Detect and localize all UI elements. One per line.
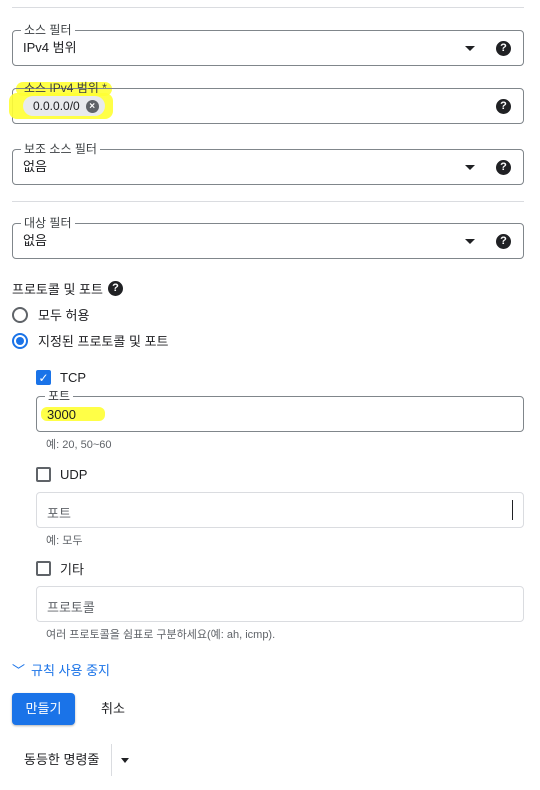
checkbox[interactable] [36, 561, 51, 576]
tcp-label: TCP [60, 370, 86, 385]
create-button[interactable]: 만들기 [12, 693, 75, 725]
udp-port-field[interactable]: 포트 [36, 492, 524, 528]
equivalent-command-line-button[interactable]: 동등한 명령줄 [12, 744, 136, 776]
other-protocol-placeholder: 프로토콜 [47, 600, 95, 615]
tcp-port-value[interactable]: 3000 [47, 407, 76, 423]
help-icon[interactable]: ? [107, 281, 123, 296]
udp-port-placeholder: 포트 [47, 506, 71, 521]
dropdown-caret-icon[interactable] [112, 744, 136, 776]
tcp-port-hint: 예: 20, 50~60 [46, 439, 112, 451]
other-protocol-field[interactable]: 프로토콜 [36, 586, 524, 622]
dropdown-caret-icon[interactable] [465, 165, 475, 170]
source-filter-label: 소스 필터 [21, 23, 75, 37]
equivalent-command-line-label[interactable]: 동등한 명령줄 [12, 744, 111, 776]
udp-port-hint: 예: 모두 [46, 535, 83, 547]
secondary-source-filter-select[interactable]: 보조 소스 필터 없음 ? [12, 142, 524, 185]
text-cursor [512, 500, 513, 520]
other-checkbox-row[interactable]: 기타 [36, 559, 84, 578]
radio-specified-label: 지정된 프로토콜 및 포트 [38, 334, 169, 349]
section-divider [12, 201, 524, 202]
chevron-down-icon: ﹀ [12, 663, 26, 678]
secondary-source-filter-label: 보조 소스 필터 [21, 142, 100, 156]
help-icon[interactable]: ? [496, 234, 511, 249]
source-ipv4-range-field[interactable]: 소스 IPv4 범위 * 0.0.0.0/0 × ? [9, 81, 524, 124]
chip-remove-icon[interactable]: × [85, 99, 99, 113]
cancel-button[interactable]: 취소 [97, 693, 129, 725]
source-filter-select[interactable]: 소스 필터 IPv4 범위 ? [12, 23, 524, 66]
radio-button[interactable] [12, 306, 28, 323]
help-icon[interactable]: ? [496, 41, 511, 56]
check-icon[interactable]: ✓ [36, 370, 51, 385]
radio-allow-all[interactable]: 모두 허용 [12, 305, 89, 324]
tcp-checkbox-row[interactable]: ✓ TCP [36, 370, 86, 385]
udp-checkbox-row[interactable]: UDP [36, 467, 87, 482]
secondary-source-filter-value: 없음 [23, 159, 47, 174]
radio-allow-all-label: 모두 허용 [38, 308, 90, 323]
target-filter-value: 없음 [23, 233, 47, 248]
top-divider [12, 7, 524, 8]
radio-button-selected[interactable] [12, 332, 28, 349]
checkbox[interactable] [36, 467, 51, 482]
radio-specified-protocols[interactable]: 지정된 프로토콜 및 포트 [12, 331, 168, 350]
tcp-port-label: 포트 [45, 389, 74, 403]
target-filter-select[interactable]: 대상 필터 없음 ? [12, 216, 524, 259]
dropdown-caret-icon[interactable] [465, 239, 475, 244]
ip-range-chip[interactable]: 0.0.0.0/0 × [23, 96, 105, 116]
udp-label: UDP [60, 467, 88, 482]
ip-range-chip-text: 0.0.0.0/0 [33, 99, 80, 113]
other-label: 기타 [60, 562, 84, 577]
target-filter-label: 대상 필터 [21, 216, 75, 230]
other-protocol-hint: 여러 프로토콜을 쉼표로 구분하세요(예: ah, icmp). [46, 629, 276, 641]
protocols-title-text: 프로토콜 및 포트 [12, 282, 103, 297]
help-icon[interactable]: ? [496, 160, 511, 175]
disable-rule-label: 규칙 사용 중지 [31, 663, 110, 678]
protocols-title: 프로토콜 및 포트 ? [12, 279, 123, 298]
dropdown-caret-icon[interactable] [465, 46, 475, 51]
disable-rule-toggle[interactable]: ﹀ 규칙 사용 중지 [12, 660, 110, 679]
help-icon[interactable]: ? [496, 99, 511, 114]
tcp-port-field[interactable]: 포트 3000 [36, 389, 524, 432]
source-filter-value: IPv4 범위 [23, 40, 77, 55]
